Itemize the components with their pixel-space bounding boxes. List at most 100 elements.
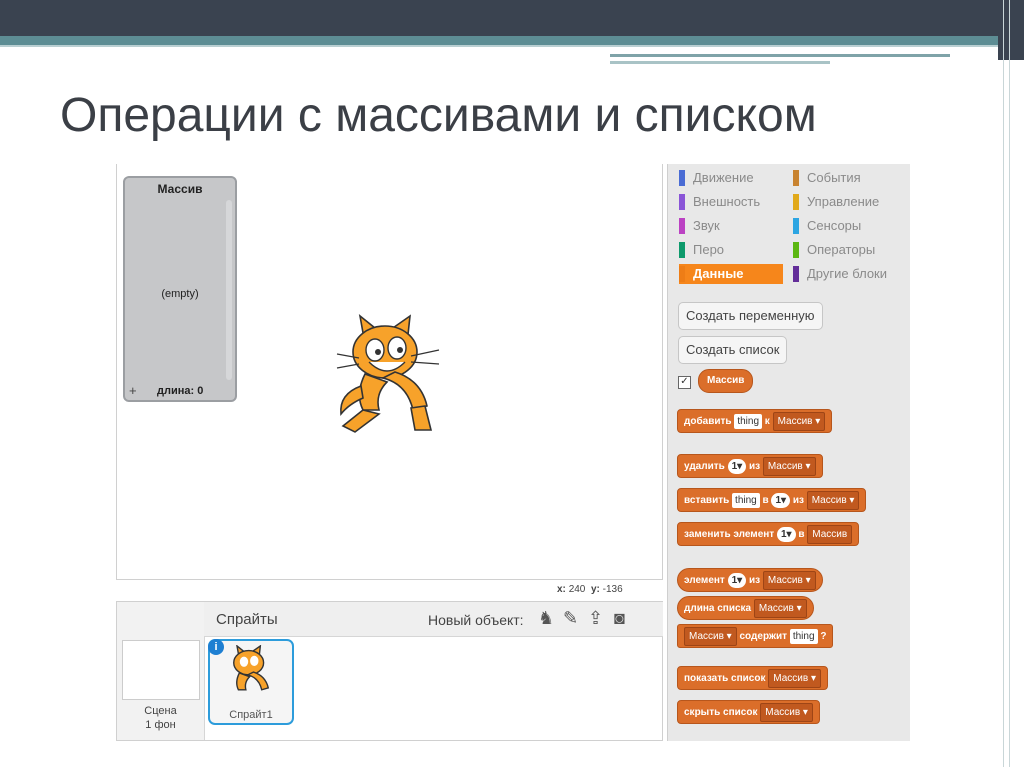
list-reporter-block[interactable]: Массив	[698, 369, 754, 393]
dropdown-value: Массив	[689, 630, 724, 642]
list-length-label: длина: 0	[157, 385, 204, 397]
delete-from-list-block[interactable]: удалить 1▾ из Массив ▾	[677, 454, 823, 478]
list-show-checkbox[interactable]: ✓	[678, 376, 691, 389]
block-text: из	[748, 575, 761, 586]
block-text: в	[762, 495, 769, 506]
y-label: y:	[590, 584, 600, 595]
block-text: содержит	[739, 631, 788, 642]
slide-deco-line	[610, 54, 950, 57]
list-dropdown[interactable]: Массив ▾	[760, 702, 813, 722]
list-dropdown[interactable]: Массив ▾	[806, 490, 860, 510]
block-text: скрыть список	[684, 707, 758, 718]
block-text: длина списка	[684, 603, 752, 614]
list-dropdown[interactable]: Массив ▾	[753, 598, 807, 618]
list-dropdown[interactable]: Массив ▾	[772, 411, 826, 431]
category-2[interactable]: Внешность	[679, 192, 760, 212]
list-dropdown[interactable]: Массив ▾	[762, 570, 816, 590]
slide-corner-block	[998, 0, 1024, 60]
block-text: элемент	[684, 575, 725, 586]
dropdown-value: Массив	[758, 602, 794, 614]
dropdown-value: Массив	[765, 706, 801, 718]
stage[interactable]: Массив (empty) + длина: 0 x: 240 y: -136	[116, 164, 663, 595]
category-color-swatch	[793, 170, 799, 186]
list-dropdown[interactable]: Массив ▾	[684, 626, 737, 646]
make-list-button[interactable]: Создать список	[678, 336, 788, 364]
make-variable-button[interactable]: Создать переменную	[678, 302, 823, 330]
insert-into-list-block[interactable]: вставить thing в 1▾ из Массив ▾	[677, 488, 867, 512]
sprite-library-icon[interactable]: ♞	[538, 608, 554, 629]
list-dropdown[interactable]: Массив	[807, 524, 853, 544]
index-value: 1	[775, 494, 782, 506]
list-monitor-title: Массив	[157, 182, 203, 196]
category-0[interactable]: Движение	[679, 168, 754, 188]
block-text: из	[748, 461, 761, 472]
length-of-list-block[interactable]: длина списка Массив ▾	[677, 596, 814, 620]
y-value: -136	[602, 584, 623, 595]
block-input[interactable]: thing	[732, 492, 760, 508]
list-contains-block[interactable]: Массив ▾ содержит thing ?	[677, 624, 834, 648]
scene-thumbnail[interactable]	[122, 640, 200, 700]
category-3[interactable]: Управление	[793, 192, 879, 212]
mouse-coordinates: x: 240 y: -136	[557, 584, 623, 595]
dropdown-value: Массив	[767, 460, 803, 472]
category-color-swatch	[793, 194, 799, 210]
category-label: Данные	[693, 266, 744, 281]
index-value: 1	[731, 460, 738, 472]
hide-list-block[interactable]: скрыть список Массив ▾	[677, 700, 820, 724]
list-dropdown[interactable]: Массив ▾	[768, 668, 821, 688]
x-value: 240	[568, 584, 586, 595]
block-text: ?	[820, 631, 827, 642]
list-monitor[interactable]: Массив (empty) + длина: 0	[123, 176, 237, 402]
replace-item-block[interactable]: заменить элемент 1▾ в Массив	[677, 522, 860, 546]
block-text: добавить	[684, 416, 732, 427]
category-color-swatch	[679, 170, 685, 186]
add-item-button[interactable]: +	[129, 383, 137, 398]
category-color-swatch	[793, 218, 799, 234]
index-input[interactable]: 1▾	[771, 492, 791, 508]
slide-top-bar	[0, 0, 1024, 36]
category-1[interactable]: События	[793, 168, 861, 188]
slide-top-thin-stripe	[0, 45, 1024, 47]
category-8[interactable]: Данные	[679, 264, 783, 284]
show-list-block[interactable]: показать список Массив ▾	[677, 666, 828, 690]
category-color-swatch	[679, 266, 685, 282]
block-input[interactable]: thing	[789, 628, 818, 644]
category-4[interactable]: Звук	[679, 216, 720, 236]
category-color-swatch	[679, 242, 685, 258]
scene-name: Сцена	[144, 705, 177, 717]
camera-icon[interactable]: ◙	[614, 608, 625, 629]
index-input[interactable]: 1▾	[776, 526, 796, 542]
block-text: показать список	[684, 673, 766, 684]
scratch-cat-sprite[interactable]	[335, 314, 445, 434]
block-text: из	[792, 495, 804, 506]
block-text: к	[764, 416, 770, 427]
category-6[interactable]: Перо	[679, 240, 724, 260]
sprite-name: Спрайт1	[229, 709, 273, 721]
slide-top-stripe	[0, 36, 1024, 45]
sprite-thumbnail[interactable]: i Спрайт1	[208, 639, 294, 725]
category-color-swatch	[793, 266, 799, 282]
index-input[interactable]: 1▾	[727, 458, 747, 474]
block-text: заменить элемент	[684, 529, 775, 540]
category-label: События	[807, 170, 861, 185]
category-7[interactable]: Операторы	[793, 240, 875, 260]
list-dropdown[interactable]: Массив ▾	[762, 456, 816, 476]
block-input[interactable]: thing	[734, 413, 763, 429]
dropdown-value: Массив	[812, 528, 848, 540]
new-object-label: Новый объект:	[428, 612, 524, 628]
category-5[interactable]: Сенсоры	[793, 216, 861, 236]
paint-brush-icon[interactable]: ✎	[563, 608, 578, 629]
scene-label: Сцена 1 фон	[117, 704, 204, 732]
x-label: x:	[557, 584, 566, 595]
list-monitor-empty: (empty)	[161, 288, 199, 300]
item-of-list-block[interactable]: элемент 1▾ из Массив ▾	[677, 568, 823, 592]
category-color-swatch	[679, 194, 685, 210]
upload-icon[interactable]: ⇪	[588, 608, 603, 629]
category-9[interactable]: Другие блоки	[793, 264, 887, 284]
index-value: 1	[780, 528, 787, 540]
sprites-pane: Сцена 1 фон Спрайты Новый объект: ♞ ✎ ⇪ …	[116, 601, 663, 741]
add-to-list-block[interactable]: добавить thing к Массив ▾	[677, 409, 833, 433]
index-input[interactable]: 1▾	[727, 572, 747, 588]
category-color-swatch	[793, 242, 799, 258]
slide-deco-line	[610, 61, 830, 64]
